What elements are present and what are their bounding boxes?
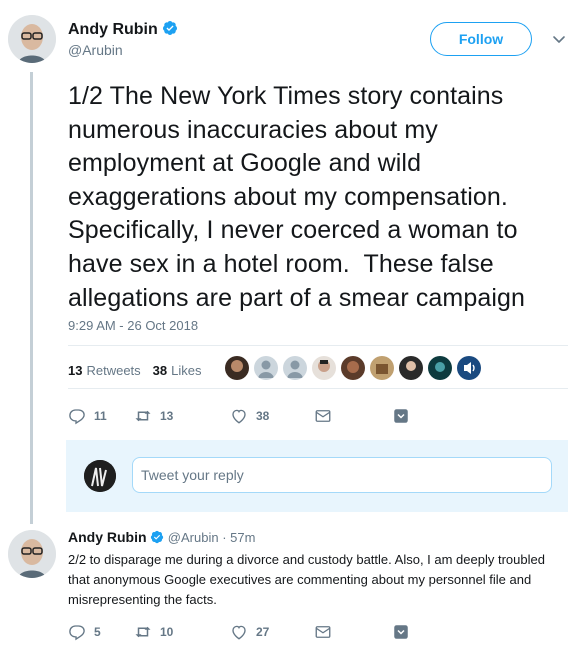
author-avatar-image	[8, 15, 56, 63]
more-options-button[interactable]	[392, 407, 410, 425]
retweet-button[interactable]: 10	[134, 623, 230, 641]
follow-button[interactable]: Follow	[430, 22, 532, 56]
likers-avatars	[225, 356, 486, 380]
direct-message-button[interactable]	[314, 407, 392, 425]
divider	[68, 388, 568, 389]
liker-avatar[interactable]	[370, 356, 394, 380]
heart-icon	[232, 409, 246, 424]
likes-label[interactable]: Likes	[171, 363, 201, 378]
likes-count[interactable]: 38	[153, 363, 167, 378]
current-user-avatar[interactable]	[84, 460, 116, 492]
retweets-label[interactable]: Retweets	[86, 363, 140, 378]
like-count: 38	[256, 409, 270, 423]
retweet-icon	[135, 626, 151, 638]
reply-count: 11	[94, 409, 107, 423]
current-user-avatar-image	[84, 460, 116, 492]
reply-button[interactable]: 5	[68, 623, 134, 641]
liker-avatar[interactable]	[341, 356, 365, 380]
author-name[interactable]: Andy Rubin	[68, 21, 158, 38]
thread-connector-line	[30, 72, 33, 524]
liker-avatar[interactable]	[225, 356, 249, 380]
liker-avatar[interactable]	[312, 356, 336, 380]
author-name[interactable]: Andy Rubin	[68, 529, 147, 545]
like-button[interactable]: 38	[230, 407, 314, 425]
author-name-row: Andy Rubin	[68, 20, 178, 39]
liker-avatar[interactable]	[428, 356, 452, 380]
liker-avatar[interactable]	[399, 356, 423, 380]
direct-message-button[interactable]	[314, 623, 392, 641]
envelope-icon	[315, 626, 331, 638]
tweet-text: 2/2 to disparage me during a divorce and…	[68, 552, 545, 607]
retweet-icon	[135, 410, 151, 422]
author-avatar[interactable]	[8, 530, 56, 578]
like-count: 27	[256, 625, 270, 639]
envelope-icon	[315, 410, 331, 422]
like-button[interactable]: 27	[230, 623, 314, 641]
divider	[68, 345, 568, 346]
retweet-count: 13	[160, 409, 174, 423]
chevron-down-box-icon	[394, 625, 408, 639]
chevron-down-box-icon	[394, 409, 408, 423]
retweet-button[interactable]: 13	[134, 407, 230, 425]
tweet-actions: 11 13 38	[68, 406, 410, 426]
reply-icon	[69, 625, 85, 641]
second-tweet-header: Andy Rubin @Arubin · 57m	[68, 529, 255, 545]
heart-icon	[232, 625, 246, 640]
retweet-count: 10	[160, 625, 174, 639]
author-avatar-image	[8, 530, 56, 578]
author-handle[interactable]: @Arubin	[168, 530, 219, 545]
author-avatar[interactable]	[8, 15, 56, 63]
tweet-text: 1/2 The New York Times story contains nu…	[68, 82, 526, 312]
liker-avatar[interactable]	[283, 356, 307, 380]
verified-badge-icon	[163, 21, 178, 35]
reply-button[interactable]: 11	[68, 407, 134, 425]
tweet-timestamp[interactable]: 9:29 AM - 26 Oct 2018	[68, 318, 198, 333]
liker-avatar[interactable]	[457, 356, 481, 380]
chevron-down-icon[interactable]	[552, 32, 566, 46]
tweet-time[interactable]: · 57m	[222, 530, 255, 545]
tweet-actions: 5 10 27	[68, 622, 410, 642]
reply-icon	[69, 409, 85, 425]
reply-count: 5	[94, 625, 101, 639]
author-handle[interactable]: @Arubin	[68, 42, 123, 58]
retweets-count[interactable]: 13	[68, 363, 82, 378]
liker-avatar[interactable]	[254, 356, 278, 380]
tweet-stats: 13 Retweets 38 Likes	[68, 360, 202, 380]
verified-badge-icon	[151, 530, 164, 544]
reply-input[interactable]: Tweet your reply	[132, 457, 552, 493]
more-options-button[interactable]	[392, 623, 410, 641]
